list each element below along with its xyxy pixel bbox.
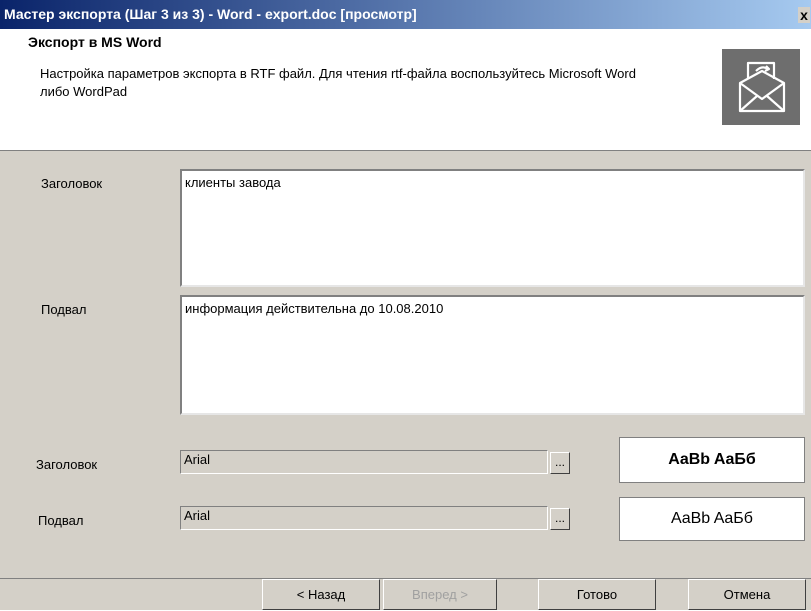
button-bar: < Назад Вперед > Готово Отмена xyxy=(0,578,811,611)
close-icon[interactable]: x xyxy=(798,7,810,23)
footer-text-field[interactable]: информация действительна до 10.08.2010 xyxy=(180,295,805,415)
export-wizard-window: Мастер экспорта (Шаг 3 из 3) - Word - ex… xyxy=(0,0,811,610)
envelope-export-icon xyxy=(722,49,800,125)
header-text-field[interactable]: клиенты завода xyxy=(180,169,805,287)
header-font-label: Заголовок xyxy=(36,457,98,472)
back-button[interactable]: < Назад xyxy=(262,579,380,610)
title-bar[interactable]: Мастер экспорта (Шаг 3 из 3) - Word - ex… xyxy=(0,0,811,29)
header-font-preview: AaBb AaБб xyxy=(619,437,805,483)
footer-font-field[interactable]: Arial xyxy=(180,506,548,530)
footer-text-label: Подвал xyxy=(41,302,87,317)
footer-font-label: Подвал xyxy=(38,513,84,528)
cancel-button[interactable]: Отмена xyxy=(688,579,806,610)
next-button[interactable]: Вперед > xyxy=(383,579,497,610)
finish-button[interactable]: Готово xyxy=(538,579,656,610)
header-title: Экспорт в MS Word xyxy=(28,34,162,50)
window-title: Мастер экспорта (Шаг 3 из 3) - Word - ex… xyxy=(4,6,417,22)
footer-font-browse-button[interactable]: ... xyxy=(550,508,570,530)
footer-font-preview: AaBb AaБб xyxy=(619,497,805,541)
wizard-header: Экспорт в MS Word Настройка параметров э… xyxy=(0,29,811,151)
header-text-label: Заголовок xyxy=(41,176,103,191)
header-font-browse-button[interactable]: ... xyxy=(550,452,570,474)
header-font-field[interactable]: Arial xyxy=(180,450,548,474)
settings-panel: Заголовок клиенты завода Подвал информац… xyxy=(0,150,811,580)
header-description: Настройка параметров экспорта в RTF файл… xyxy=(40,66,636,99)
